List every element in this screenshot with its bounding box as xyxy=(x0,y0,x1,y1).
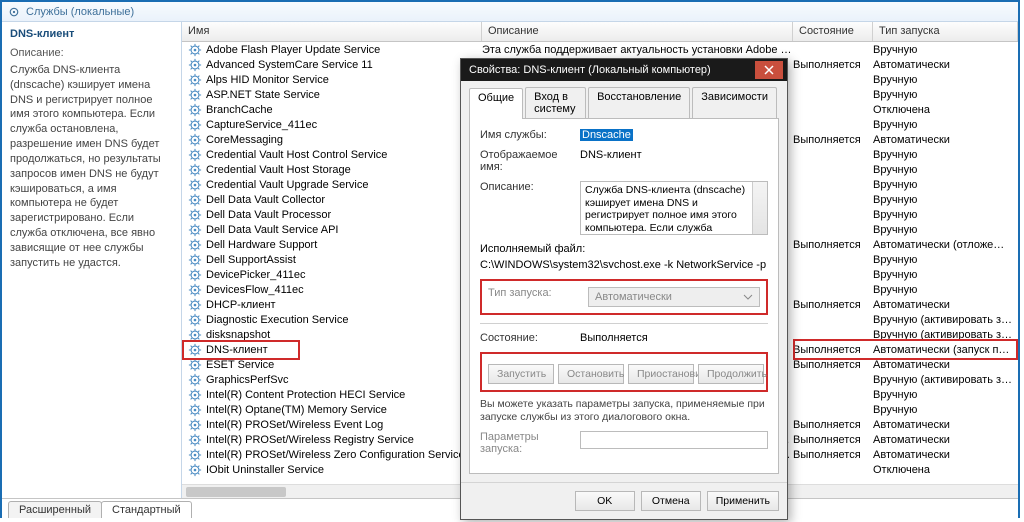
val-desc: Служба DNS-клиента (dnscache) кэширует и… xyxy=(580,181,768,235)
dlg-tab-general[interactable]: Общие xyxy=(469,88,523,119)
lbl-desc: Описание: xyxy=(480,181,580,235)
start-type-highlight: Тип запуска: Автоматически xyxy=(480,279,768,315)
gear-icon xyxy=(8,6,20,18)
tree-header: Службы (локальные) xyxy=(2,2,1018,22)
apply-button[interactable]: Применить xyxy=(707,491,779,511)
val-svc-name: Dnscache xyxy=(580,129,633,141)
val-state: Выполняется xyxy=(580,332,768,344)
col-start[interactable]: Тип запуска xyxy=(873,22,1018,41)
lbl-params: Параметры запуска: xyxy=(480,431,580,455)
cancel-button[interactable]: Отмена xyxy=(641,491,701,511)
tree-title: Службы (локальные) xyxy=(26,6,134,18)
params-note: Вы можете указать параметры запуска, при… xyxy=(480,398,768,423)
lbl-state: Состояние: xyxy=(480,332,580,344)
columns-header: Имя Описание Состояние Тип запуска xyxy=(182,22,1018,42)
tab-extended[interactable]: Расширенный xyxy=(8,501,102,518)
tab-standard[interactable]: Стандартный xyxy=(101,501,192,518)
page-title: DNS-клиент xyxy=(2,22,181,44)
dlg-tab-logon[interactable]: Вход в систему xyxy=(525,87,586,118)
dlg-tab-deps[interactable]: Зависимости xyxy=(692,87,777,118)
start-type-combo[interactable]: Автоматически xyxy=(588,287,760,307)
description-label: Описание: xyxy=(10,46,173,61)
close-button[interactable] xyxy=(755,61,783,79)
col-name[interactable]: Имя xyxy=(182,22,482,41)
table-row[interactable]: Adobe Flash Player Update ServiceЭта слу… xyxy=(182,42,1018,57)
ok-button[interactable]: OK xyxy=(575,491,635,511)
description-text: Служба DNS-клиента (dnscache) кэширует и… xyxy=(10,63,173,271)
properties-dialog: Свойства: DNS-клиент (Локальный компьюте… xyxy=(460,58,788,520)
dialog-title: Свойства: DNS-клиент (Локальный компьюте… xyxy=(469,64,711,76)
col-state[interactable]: Состояние xyxy=(793,22,873,41)
lbl-disp-name: Отображаемое имя: xyxy=(480,149,580,173)
lbl-svc-name: Имя службы: xyxy=(480,129,580,141)
dlg-tab-recovery[interactable]: Восстановление xyxy=(588,87,690,118)
val-disp-name: DNS-клиент xyxy=(580,149,768,173)
lbl-start-type: Тип запуска: xyxy=(488,287,588,307)
lbl-exe: Исполняемый файл: xyxy=(480,243,768,255)
chevron-down-icon xyxy=(743,292,753,302)
start-type-value: Автоматически xyxy=(595,291,672,303)
val-exe: C:\WINDOWS\system32\svchost.exe -k Netwo… xyxy=(480,259,768,271)
params-input[interactable] xyxy=(580,431,768,449)
start-button[interactable]: Запустить xyxy=(488,364,554,384)
resume-button[interactable]: Продолжить xyxy=(698,364,764,384)
stop-button[interactable]: Остановить xyxy=(558,364,624,384)
close-icon xyxy=(764,65,774,75)
col-desc[interactable]: Описание xyxy=(482,22,793,41)
control-buttons-highlight: Запустить Остановить Приостановить Продо… xyxy=(480,352,768,392)
pause-button[interactable]: Приостановить xyxy=(628,364,694,384)
